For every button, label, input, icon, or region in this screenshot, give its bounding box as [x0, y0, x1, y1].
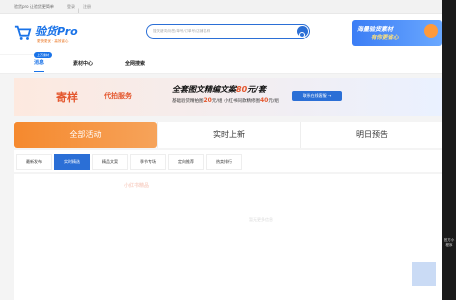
ad-brand-service: 代拍服务 [104, 92, 132, 100]
content-action-block[interactable] [412, 262, 436, 286]
promo-line1: 海量验货素材 [357, 26, 394, 33]
subtab-hot[interactable]: 热卖排行 [206, 154, 242, 170]
mini-program-link[interactable]: 官方小程序 [443, 238, 455, 248]
search-input[interactable]: 搜关键词/标签/单号/订单号/店铺名称 [153, 25, 210, 38]
subtab-recommend[interactable]: 定向推荐 [168, 154, 204, 170]
tab-all-activities[interactable]: 全部活动 [14, 122, 157, 148]
register-link[interactable]: 注册 [83, 0, 91, 13]
ad-headline: 全套图文精编文案80元/套 [172, 85, 267, 94]
subtab-seasonal[interactable]: 季节专场 [130, 154, 166, 170]
site-logo[interactable]: 验货Pro 更快更优 · 高效省心 [14, 22, 456, 61]
main-nav: 上万素材 消息 素材中心 全网搜索 [0, 52, 442, 74]
nav-item-materials[interactable]: 素材中心 [73, 55, 93, 73]
cart-logo-icon [14, 25, 32, 40]
ad-price-line2: 小红书同款精修图40元/组 [224, 97, 279, 104]
login-link[interactable]: 登录 [67, 0, 75, 13]
search-icon [299, 32, 306, 39]
search-bar[interactable]: 搜关键词/标签/单号/订单号/店铺名称 [146, 24, 310, 39]
tab-new-arrivals[interactable]: 实时上新 [157, 122, 300, 148]
search-button[interactable] [297, 26, 308, 39]
right-sidebar: 官方小程序 [442, 0, 456, 300]
tab-tomorrow-preview[interactable]: 明日预告 [300, 122, 443, 148]
ad-contact-button[interactable]: 联系在线客服 → [292, 91, 342, 101]
nav-item-home[interactable]: 消息 [34, 55, 45, 72]
logo-name: 验货Pro [35, 25, 78, 38]
filter-subtabs: 最新发布 实时精选 精品文案 季节专场 定向推荐 热卖排行 [14, 150, 442, 172]
promo-decoration-icon [424, 24, 438, 38]
content-hint: 暂无更多信息 [249, 217, 273, 222]
service-ad-banner[interactable]: 寄样 代拍服务 全套图文精编文案80元/套 基础验货精拍图20元/组 小红书同款… [14, 78, 442, 116]
ad-price-line1: 基础验货精拍图20元/组 [172, 97, 223, 104]
promo-banner[interactable]: 海量验货素材 有你更省心 [352, 20, 442, 46]
subtab-copywriting[interactable]: 精品文案 [92, 154, 128, 170]
content-brand-tag: 小红书精品 [124, 183, 150, 189]
subtab-latest[interactable]: 最新发布 [16, 154, 52, 170]
site-slogan: 验货pro 让验货更简单 [14, 4, 54, 9]
ad-brand: 寄样 [56, 91, 78, 104]
subtab-featured[interactable]: 实时精选 [54, 154, 90, 170]
content-area [14, 174, 442, 300]
activity-tabs: 全部活动 实时上新 明日预告 [14, 122, 442, 148]
promo-line2: 有你更省心 [371, 35, 399, 41]
nav-item-search[interactable]: 全网搜索 [125, 55, 145, 73]
top-bar: 验货pro 让验货更简单 登录 | 注册 [0, 0, 442, 14]
